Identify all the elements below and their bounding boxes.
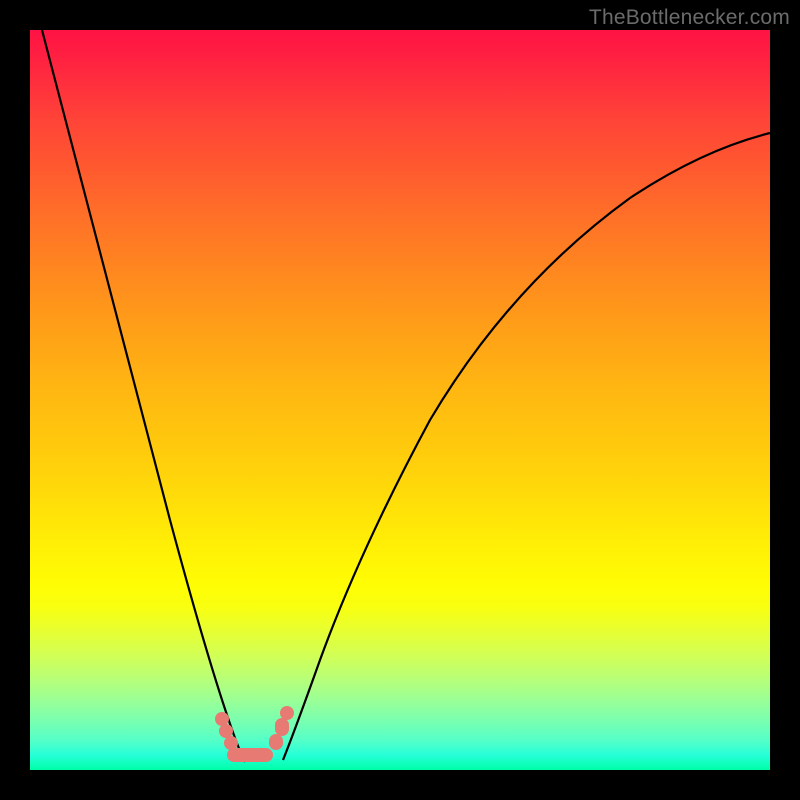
attribution-text: TheBottlenecker.com <box>589 6 790 30</box>
valley-pill <box>275 718 289 736</box>
chart-plot-area <box>30 30 770 770</box>
valley-pill <box>280 706 294 720</box>
valley-marker-group <box>215 706 295 764</box>
curve-right-branch <box>283 133 770 760</box>
valley-pill <box>269 734 283 750</box>
valley-pill-bottom <box>227 748 273 762</box>
bottleneck-curve <box>30 30 770 770</box>
curve-left-branch <box>42 30 245 762</box>
